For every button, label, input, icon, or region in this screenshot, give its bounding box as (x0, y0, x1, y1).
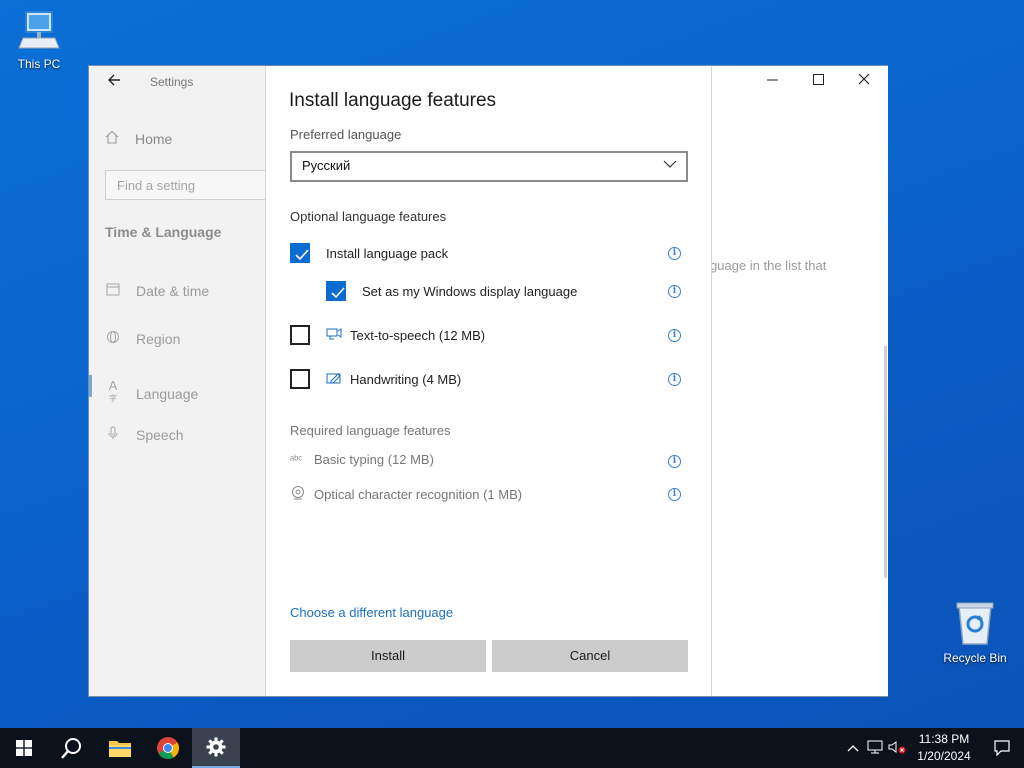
notifications-button[interactable] (980, 740, 1024, 756)
sidebar-item-home[interactable]: Home (105, 130, 172, 147)
file-explorer-button[interactable] (96, 728, 144, 768)
settings-taskbar-button[interactable] (192, 728, 240, 768)
settings-sidebar: Settings Home Find a setting Time & Lang… (89, 66, 269, 696)
selected-language: Русский (302, 158, 351, 173)
close-icon (858, 73, 870, 85)
back-button[interactable] (103, 72, 125, 94)
install-language-pack-checkbox[interactable] (290, 243, 310, 263)
computer-icon (18, 11, 60, 49)
sidebar-item-label: Language (136, 385, 199, 402)
globe-icon (105, 330, 121, 347)
chrome-button[interactable] (144, 728, 192, 768)
gear-icon (206, 737, 226, 757)
feature-label: Text-to-speech (12 MB) (350, 327, 486, 343)
section-title: Time & Language (105, 224, 222, 240)
windows-logo-icon (16, 740, 32, 756)
text-to-speech-checkbox[interactable] (290, 325, 310, 345)
sidebar-item-label: Speech (136, 426, 184, 443)
recycle-bin-label: Recycle Bin (943, 651, 1007, 665)
network-icon[interactable] (864, 740, 886, 757)
close-button[interactable] (841, 66, 887, 96)
handwriting-icon (326, 371, 342, 388)
maximize-icon (812, 74, 824, 85)
settings-content (712, 66, 888, 696)
sidebar-item-label: Home (135, 130, 173, 147)
text-to-speech-row: Text-to-speech (12 MB) (290, 325, 485, 345)
handwriting-checkbox[interactable] (290, 369, 310, 389)
feature-label: Handwriting (4 MB) (350, 371, 462, 387)
language-icon: A字 (108, 378, 118, 403)
start-button[interactable] (0, 728, 48, 768)
home-icon (105, 130, 121, 147)
checkmark-icon (295, 249, 309, 261)
clock[interactable]: 11:38 PM 1/20/2024 (908, 731, 980, 765)
content-scrollbar[interactable] (884, 346, 887, 578)
sidebar-item-region[interactable]: Region (105, 330, 180, 347)
checkmark-icon (331, 287, 345, 299)
notification-icon (994, 740, 1010, 756)
install-language-pack-row: Install language pack (290, 243, 448, 263)
sidebar-item-language[interactable]: A字 Language (105, 378, 199, 409)
required-features-label: Required language features (290, 423, 451, 438)
app-title: Settings (150, 75, 194, 89)
optional-features-label: Optional language features (290, 209, 447, 224)
info-icon[interactable]: i (668, 455, 681, 468)
handwriting-row: Handwriting (4 MB) (290, 369, 461, 389)
microphone-icon (105, 426, 121, 443)
active-indicator (89, 375, 92, 397)
this-pc-label: This PC (17, 57, 61, 71)
feature-label: Optical character recognition (1 MB) (314, 487, 523, 502)
minimize-button[interactable] (749, 66, 795, 96)
window-controls (749, 66, 887, 96)
display-language-row: Set as my Windows display language (326, 281, 577, 301)
info-icon[interactable]: i (668, 285, 681, 298)
abc-icon: ᵃᵇᶜ (290, 453, 303, 466)
volume-muted-icon[interactable] (886, 740, 908, 757)
display-language-checkbox[interactable] (326, 281, 346, 301)
this-pc-desktop-icon[interactable]: This PC (1, 8, 77, 71)
text-to-speech-icon (326, 327, 342, 344)
search-button[interactable] (48, 728, 96, 768)
ocr-row: Optical character recognition (1 MB) (290, 485, 522, 504)
back-arrow-icon (108, 74, 120, 86)
info-icon[interactable]: i (668, 247, 681, 260)
chrome-icon (157, 737, 179, 759)
search-placeholder: Find a setting (117, 178, 196, 193)
dialog-title: Install language features (289, 90, 497, 111)
minimize-icon (766, 79, 778, 81)
taskbar: 11:38 PM 1/20/2024 (0, 728, 1024, 768)
calendar-clock-icon (105, 282, 121, 299)
system-tray: 11:38 PM 1/20/2024 (842, 728, 1024, 768)
feature-label: Basic typing (12 MB) (314, 452, 434, 467)
search-icon (61, 738, 81, 759)
content-text: guage in the list that (710, 258, 827, 273)
feature-label: Install language pack (326, 245, 449, 261)
settings-window: Settings Home Find a setting Time & Lang… (88, 65, 888, 697)
cancel-button[interactable]: Cancel (492, 640, 688, 672)
folder-icon (109, 741, 131, 757)
clock-time: 11:38 PM (918, 732, 970, 746)
sidebar-item-label: Date & time (136, 282, 210, 299)
info-icon[interactable]: i (668, 329, 681, 342)
chevron-up-icon[interactable] (842, 741, 864, 755)
recycle-bin-icon (956, 602, 994, 645)
find-setting-input[interactable]: Find a setting (105, 170, 269, 200)
clock-date: 1/20/2024 (917, 749, 971, 763)
chevron-down-icon (663, 160, 677, 168)
ocr-icon (290, 485, 306, 504)
basic-typing-row: ᵃᵇᶜ Basic typing (12 MB) (290, 452, 434, 467)
install-language-dialog: Install language features Preferred lang… (265, 66, 712, 696)
sidebar-item-date-time[interactable]: Date & time (105, 282, 209, 299)
preferred-language-label: Preferred language (290, 127, 402, 142)
info-icon[interactable]: i (668, 373, 681, 386)
choose-different-language-link[interactable]: Choose a different language (290, 605, 453, 620)
sidebar-item-speech[interactable]: Speech (105, 426, 183, 443)
sidebar-item-label: Region (136, 330, 181, 347)
feature-label: Set as my Windows display language (362, 283, 578, 299)
maximize-button[interactable] (795, 66, 841, 96)
recycle-bin-desktop-icon[interactable]: Recycle Bin (937, 600, 1013, 665)
install-button[interactable]: Install (290, 640, 486, 672)
preferred-language-select[interactable]: Русский (290, 151, 688, 182)
info-icon[interactable]: i (668, 488, 681, 501)
